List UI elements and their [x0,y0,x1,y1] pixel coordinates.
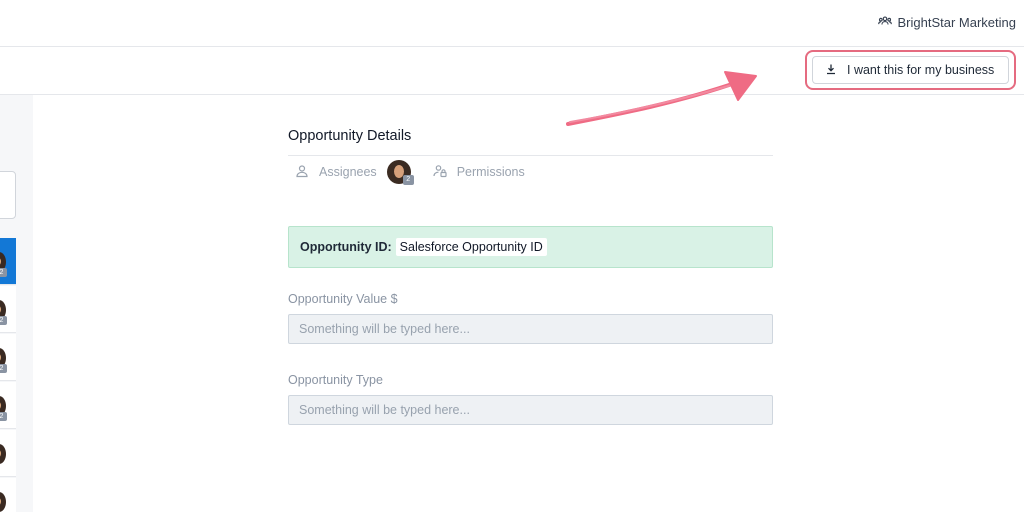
want-this-button[interactable]: I want this for my business [812,56,1009,84]
opportunity-type-label: Opportunity Type [288,373,383,387]
tab-assignees-label: Assignees [319,165,377,179]
opportunity-id-label: Opportunity ID: [300,240,392,254]
user-icon [295,164,309,181]
tab-assignees[interactable]: Assignees [295,164,377,181]
avatar [0,492,6,512]
assignee-count-badge: 2 [402,175,414,185]
count-badge: 2 [0,316,7,325]
pointer-arrow-annotation [566,71,757,126]
org-name: BrightStar Marketing [897,15,1017,30]
list-item[interactable] [0,430,16,477]
count-badge: 2 [0,412,7,421]
list-item[interactable]: 2 [0,238,16,285]
opportunity-value-label: Opportunity Value $ [288,292,398,306]
panel-tabs: Assignees 2 Permissions [288,156,773,188]
count-badge: 2 [0,364,7,373]
opportunity-id-box: Opportunity ID: Salesforce Opportunity I… [288,226,773,268]
opportunity-details-panel: Opportunity Details Assignees 2 Permissi… [288,126,773,425]
list-item[interactable]: 2 [0,286,16,333]
users-icon [877,14,892,31]
opportunity-id-value: Salesforce Opportunity ID [395,238,547,256]
tab-permissions[interactable]: Permissions [433,164,525,181]
left-list-pane: 2 2 2 2 [0,95,33,512]
list-item[interactable]: 2 [0,382,16,429]
org-switcher[interactable]: BrightStar Marketing [877,14,1017,31]
want-this-label: I want this for my business [847,63,995,77]
user-lock-icon [433,164,447,181]
opportunity-type-input[interactable] [288,395,773,425]
list-item[interactable]: 2 [0,334,16,381]
tab-permissions-label: Permissions [456,165,525,179]
opportunity-value-input[interactable] [288,314,773,344]
cta-highlight-ring: I want this for my business [805,50,1016,90]
left-search-box[interactable] [0,171,16,219]
assignee-avatar-group[interactable]: 2 [377,160,414,185]
toolbar: I want this for my business [0,47,1024,95]
download-icon [825,63,837,78]
list-item[interactable] [0,478,16,512]
panel-title: Opportunity Details [288,126,773,156]
top-bar: BrightStar Marketing [0,0,1024,47]
avatar [0,444,6,464]
count-badge: 2 [0,268,7,277]
